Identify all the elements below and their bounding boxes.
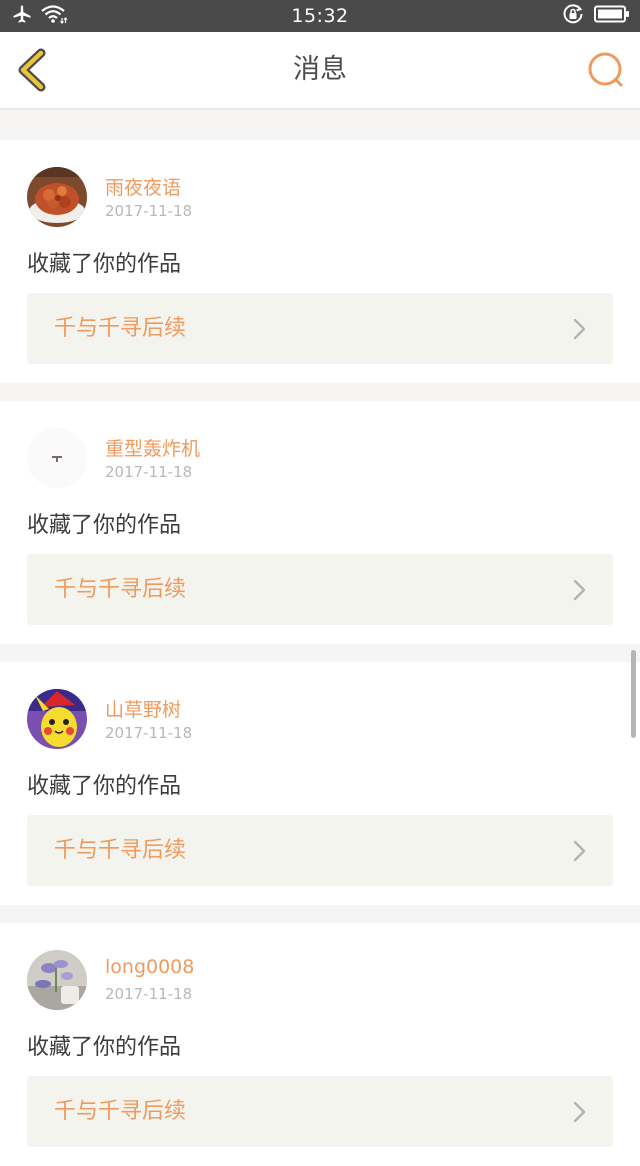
username[interactable]: 重型轰炸机 xyxy=(105,434,200,461)
pikachu-avatar xyxy=(27,689,87,749)
user-avatar[interactable] xyxy=(27,689,87,749)
work-title: 千与千寻后续 xyxy=(54,1099,187,1124)
work-link[interactable]: 千与千寻后续 xyxy=(27,293,613,364)
work-title: 千与千寻后续 xyxy=(54,316,187,341)
scrollbar[interactable] xyxy=(631,650,636,738)
status-bar: 15:32 xyxy=(0,0,640,32)
user-avatar[interactable] xyxy=(27,167,87,227)
rotation-lock-icon xyxy=(562,3,584,29)
message-action: 收藏了你的作品 xyxy=(27,774,182,799)
message-card: 重型轰炸机 2017-11-18 收藏了你的作品 千与千寻后续 xyxy=(0,401,640,644)
chevron-right-icon xyxy=(573,840,587,862)
message-date: 2017-11-18 xyxy=(105,463,193,481)
message-action: 收藏了你的作品 xyxy=(27,252,182,277)
work-link[interactable]: 千与千寻后续 xyxy=(27,815,613,886)
message-action: 收藏了你的作品 xyxy=(27,1035,182,1060)
food-dish-avatar xyxy=(27,167,87,227)
message-card: 山草野树 2017-11-18 收藏了你的作品 千与千寻后续 xyxy=(0,662,640,905)
message-date: 2017-11-18 xyxy=(105,202,193,220)
user-avatar[interactable] xyxy=(27,428,87,488)
username[interactable]: 山草野树 xyxy=(105,695,181,722)
work-link[interactable]: 千与千寻后续 xyxy=(27,1076,613,1147)
message-card: 雨夜夜语 2017-11-18 收藏了你的作品 千与千寻后续 xyxy=(0,140,640,383)
user-avatar[interactable] xyxy=(27,950,87,1010)
status-time: 15:32 xyxy=(291,5,349,27)
battery-icon xyxy=(594,5,630,27)
chevron-right-icon xyxy=(573,318,587,340)
search-icon xyxy=(586,52,626,94)
username[interactable]: 雨夜夜语 xyxy=(105,173,181,200)
chevron-right-icon xyxy=(573,579,587,601)
work-title: 千与千寻后续 xyxy=(54,577,187,602)
search-button[interactable] xyxy=(586,50,626,90)
work-link[interactable]: 千与千寻后续 xyxy=(27,554,613,625)
message-action: 收藏了你的作品 xyxy=(27,513,182,538)
status-right xyxy=(562,3,630,29)
username[interactable]: long0008 xyxy=(105,956,194,978)
app-header: 消息 xyxy=(0,32,640,110)
message-date: 2017-11-18 xyxy=(105,985,193,1003)
page-title: 消息 xyxy=(293,54,347,85)
tiny-logo-avatar xyxy=(27,428,87,488)
chevron-right-icon xyxy=(573,1101,587,1123)
work-title: 千与千寻后续 xyxy=(54,838,187,863)
message-card: long0008 2017-11-18 收藏了你的作品 千与千寻后续 xyxy=(0,923,640,1166)
lavender-avatar xyxy=(27,950,87,1010)
message-date: 2017-11-18 xyxy=(105,724,193,742)
